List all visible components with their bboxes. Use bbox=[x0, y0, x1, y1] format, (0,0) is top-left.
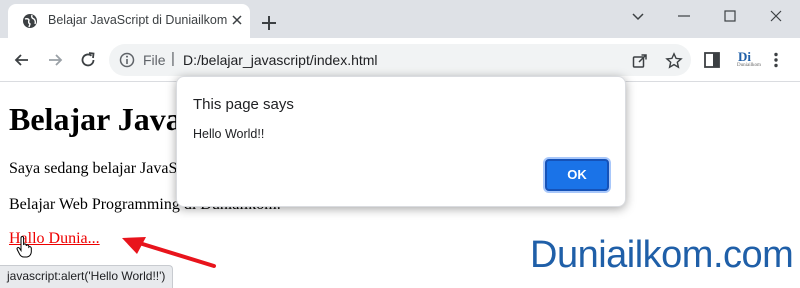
menu-kebab-icon[interactable] bbox=[766, 50, 786, 70]
duniailkom-watermark: Duniailkom.com bbox=[530, 234, 794, 276]
new-tab-icon[interactable] bbox=[260, 14, 278, 32]
reload-icon[interactable] bbox=[78, 50, 98, 70]
close-window-icon[interactable] bbox=[766, 6, 786, 26]
browser-tab[interactable]: Belajar JavaScript di Duniailkom bbox=[8, 4, 250, 38]
tab-title: Belajar JavaScript di Duniailkom bbox=[48, 13, 228, 27]
close-tab-icon[interactable] bbox=[229, 12, 245, 28]
address-bar[interactable]: File | D:/belajar_javascript/index.html bbox=[109, 44, 691, 76]
extension-sublabel: Duniailkom bbox=[737, 63, 761, 68]
bookmark-star-icon[interactable] bbox=[665, 52, 683, 70]
minimize-icon[interactable] bbox=[674, 6, 694, 26]
status-bar-url: javascript:alert('Hello World!!') bbox=[0, 265, 174, 288]
info-icon[interactable] bbox=[119, 52, 135, 68]
globe-icon bbox=[23, 14, 37, 28]
duniailkom-extension-icon[interactable]: Di Duniailkom bbox=[735, 48, 761, 72]
side-panel-icon[interactable] bbox=[702, 50, 722, 70]
dialog-message: Hello World!! bbox=[193, 127, 265, 141]
hand-cursor-icon bbox=[16, 236, 32, 258]
url-scheme-label: File bbox=[143, 52, 166, 68]
tab-search-icon[interactable] bbox=[628, 7, 648, 27]
alert-dialog: This page says Hello World!! OK bbox=[176, 76, 626, 207]
forward-icon[interactable] bbox=[45, 50, 65, 70]
share-icon[interactable] bbox=[631, 52, 649, 70]
tab-strip: Belajar JavaScript di Duniailkom bbox=[0, 0, 800, 38]
dialog-title: This page says bbox=[193, 96, 294, 113]
maximize-icon[interactable] bbox=[720, 6, 740, 26]
url-separator: | bbox=[171, 50, 175, 67]
ok-button[interactable]: OK bbox=[545, 159, 609, 191]
url-text[interactable]: D:/belajar_javascript/index.html bbox=[183, 52, 378, 68]
back-icon[interactable] bbox=[12, 50, 32, 70]
